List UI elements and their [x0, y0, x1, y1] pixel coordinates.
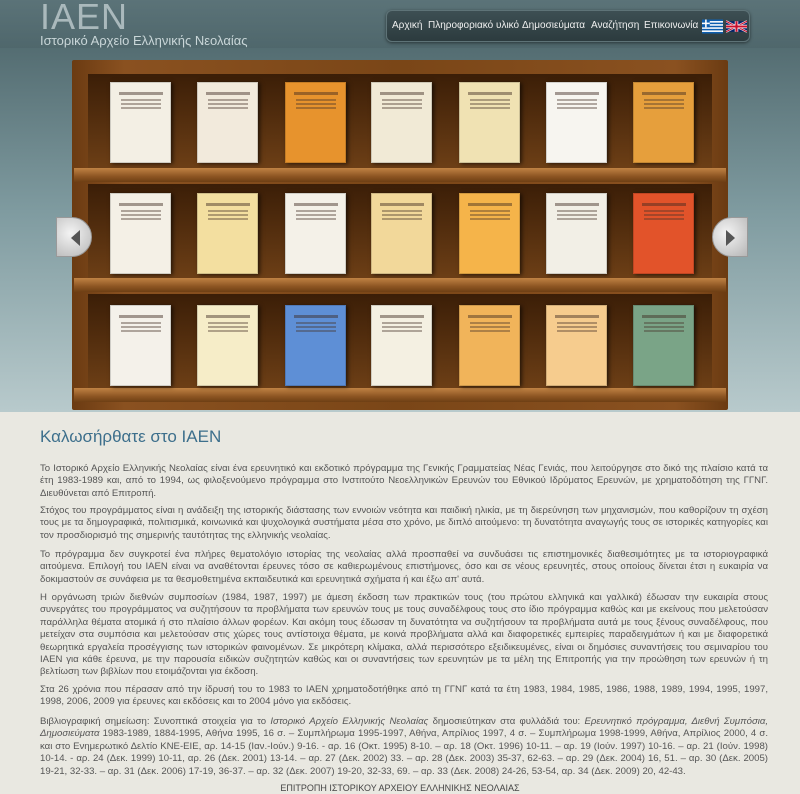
book-cover[interactable]	[371, 82, 432, 163]
book-cover[interactable]	[633, 305, 694, 386]
welcome-heading: Καλωσήρθατε στο ΙΑΕΝ	[40, 427, 222, 446]
book-cover[interactable]	[285, 82, 346, 163]
book-cover[interactable]	[633, 82, 694, 163]
book-cover[interactable]	[633, 193, 694, 274]
nav-search[interactable]: Αναζήτηση	[591, 20, 639, 31]
chevron-left-icon	[71, 230, 80, 246]
book-cover[interactable]	[459, 193, 520, 274]
intro-paragraph: Το Ιστορικό Αρχείο Ελληνικής Νεολαίας εί…	[40, 463, 768, 499]
nav-home[interactable]: Αρχική	[392, 20, 422, 31]
book-cover[interactable]	[285, 305, 346, 386]
bibliography-text: Βιβλιογραφική σημείωση: Συνοπτικά στοιχε…	[40, 716, 271, 727]
book-cover[interactable]	[197, 305, 258, 386]
book-cover[interactable]	[110, 193, 171, 274]
book-cover[interactable]	[110, 305, 171, 386]
goal-paragraph: Στόχος του προγράμματος είναι η ανάδειξη…	[40, 505, 768, 541]
book-cover[interactable]	[197, 82, 258, 163]
uk-flag-icon[interactable]	[726, 19, 747, 34]
nav-info-material[interactable]: Πληροφοριακό υλικό	[428, 20, 519, 31]
book-cover[interactable]	[110, 82, 171, 163]
carousel-next-button[interactable]	[712, 217, 748, 257]
nav-publications[interactable]: Δημοσιεύματα	[522, 20, 585, 31]
bibliography-text: 1983-1989, 1884-1995, Αθήνα 1995, 16 σ. …	[40, 728, 768, 777]
shelf-plank	[74, 388, 726, 402]
book-cover[interactable]	[371, 193, 432, 274]
book-cover[interactable]	[546, 305, 607, 386]
book-cover[interactable]	[459, 305, 520, 386]
greek-flag-icon[interactable]	[702, 19, 723, 34]
book-cover[interactable]	[371, 305, 432, 386]
symposia-paragraph: Η οργάνωση τριών διεθνών συμποσίων (1984…	[40, 592, 768, 678]
book-cover[interactable]	[459, 82, 520, 163]
shelf-plank	[74, 168, 726, 182]
bibliography-text: δημοσιεύτηκαν στα φυλλάδιά του:	[428, 716, 585, 727]
archive-title: Ιστορικό Αρχείο Ελληνικής Νεολαίας	[270, 716, 429, 727]
main-navigation: Αρχική Πληροφοριακό υλικό Δημοσιεύματα Α…	[386, 10, 750, 42]
chevron-right-icon	[726, 230, 735, 246]
site-subtitle: Ιστορικό Αρχείο Ελληνικής Νεολαίας	[40, 33, 248, 48]
book-cover[interactable]	[197, 193, 258, 274]
program-paragraph: Το πρόγραμμα δεν συγκροτεί ένα πλήρες θε…	[40, 549, 768, 585]
book-cover[interactable]	[285, 193, 346, 274]
bibliography-paragraph: Βιβλιογραφική σημείωση: Συνοπτικά στοιχε…	[40, 716, 768, 778]
committee-footer: ΕΠΙΤΡΟΠΗ ΙΣΤΟΡΙΚΟΥ ΑΡΧΕΙΟΥ ΕΛΛΗΝΙΚΗΣ ΝΕΟ…	[280, 783, 520, 793]
shelf-plank	[74, 278, 726, 292]
funding-paragraph: Στα 26 χρόνια που πέρασαν από την ίδρυσή…	[40, 684, 768, 708]
book-cover[interactable]	[546, 82, 607, 163]
book-cover[interactable]	[546, 193, 607, 274]
site-header: IAEN Ιστορικό Αρχείο Ελληνικής Νεολαίας …	[0, 0, 800, 48]
nav-contact[interactable]: Επικοινωνία	[644, 20, 698, 31]
